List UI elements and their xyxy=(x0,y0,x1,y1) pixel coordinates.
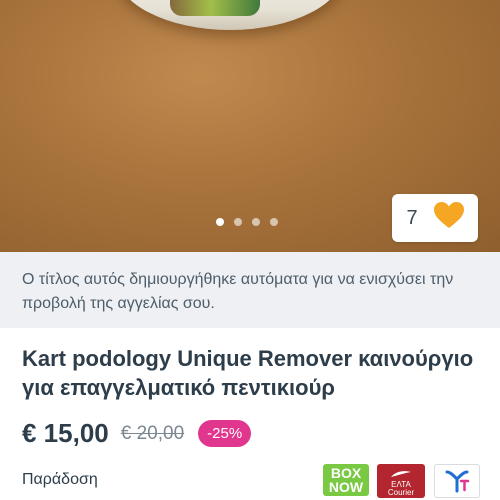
elta-courier-logo[interactable]: ΕΛΤΑ Courier xyxy=(377,464,425,498)
gallery-pagination xyxy=(216,218,278,226)
box-now-line1: BOX xyxy=(330,465,362,481)
gallery-dot[interactable] xyxy=(216,218,224,226)
product-photo[interactable]: 7 xyxy=(0,0,500,252)
gallery-dot[interactable] xyxy=(252,218,260,226)
notice-text: Ο τίτλος αυτός δημιουργήθηκε αυτόματα γι… xyxy=(22,271,454,312)
auto-title-notice: Ο τίτλος αυτός δημιουργήθηκε αυτόματα γι… xyxy=(0,252,500,328)
skroutz-point-logo[interactable] xyxy=(434,464,480,498)
skroutz-point-icon xyxy=(445,470,470,493)
favorite-count: 7 xyxy=(406,206,418,229)
box-now-logo[interactable]: BOX NOW xyxy=(323,464,369,496)
heart-icon xyxy=(433,202,464,234)
old-price: € 20,00 xyxy=(120,422,185,444)
gallery-dot[interactable] xyxy=(270,218,278,226)
price: € 15,00 xyxy=(22,418,109,448)
delivery-label: Παράδοση xyxy=(22,471,98,488)
elta-line2: Courier xyxy=(387,488,415,497)
product-jar-label xyxy=(170,0,260,16)
favorite-button[interactable]: 7 xyxy=(392,194,478,242)
price-row: € 15,00 € 20,00 -25% xyxy=(22,418,252,449)
discount-badge: -25% xyxy=(198,420,252,447)
elta-wing-icon xyxy=(391,471,411,477)
listing-title: Kart podology Unique Remover καινούργιο … xyxy=(22,346,474,400)
gallery-dot[interactable] xyxy=(234,218,242,226)
box-now-line2: NOW xyxy=(328,479,364,495)
